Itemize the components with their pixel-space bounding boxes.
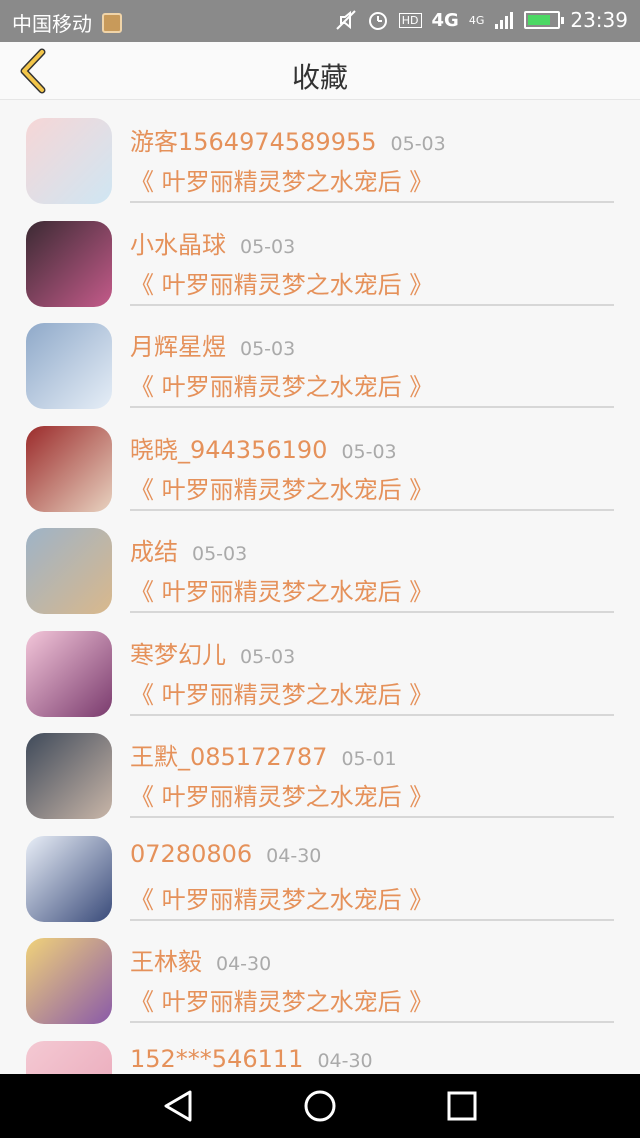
network-4g-small-label: 4G <box>468 13 485 27</box>
user-name-text: 晓晓_944356190 <box>130 435 328 464</box>
user-name: 152***546111 04-30 <box>130 1045 373 1073</box>
date-label: 05-03 <box>240 645 296 668</box>
user-name-text: 小水晶球 <box>130 230 226 259</box>
date-label: 05-01 <box>341 748 397 770</box>
user-name-text: 152***546111 <box>130 1044 304 1073</box>
list-item[interactable]: 月辉星煜 05-03 《 叶罗丽精灵梦之水宠后 》 <box>0 305 640 409</box>
battery-icon <box>524 11 565 29</box>
date-label: 04-30 <box>216 953 272 975</box>
date-label: 04-30 <box>266 844 322 867</box>
user-name: 游客1564974589955 05-03 <box>130 122 446 157</box>
book-title[interactable]: 《 叶罗丽精灵梦之水宠后 》 <box>130 982 433 1017</box>
date-label: 05-03 <box>341 440 397 463</box>
list-item[interactable]: 寒梦幻儿 05-03 《 叶罗丽精灵梦之水宠后 》 <box>0 613 640 717</box>
book-title[interactable]: 《 叶罗丽精灵梦之水宠后 》 <box>130 777 433 812</box>
user-name: 寒梦幻儿 05-03 <box>130 635 295 670</box>
book-title[interactable]: 《 叶罗丽精灵梦之水宠后 》 <box>130 265 433 300</box>
book-title[interactable]: 《 叶罗丽精灵梦之水宠后 》 <box>130 880 433 915</box>
user-name: 王林毅 04-30 <box>130 942 271 977</box>
user-name: 晓晓_944356190 05-03 <box>130 430 397 465</box>
user-name: 小水晶球 05-03 <box>130 225 295 260</box>
user-name-text: 月辉星煜 <box>130 333 226 361</box>
date-label: 05-03 <box>240 338 296 360</box>
user-name: 月辉星煜 05-03 <box>130 327 295 362</box>
network-4g-label: 4G <box>431 9 459 31</box>
hd-icon: HD <box>398 12 422 28</box>
gallery-icon <box>102 12 122 33</box>
alarm-icon <box>368 12 387 30</box>
list-item[interactable]: 小水晶球 05-03 《 叶罗丽精灵梦之水宠后 》 <box>0 203 640 307</box>
user-name-text: 07280806 <box>130 839 253 868</box>
user-name: 王默_085172787 05-01 <box>130 737 397 772</box>
avatar[interactable] <box>26 938 112 1024</box>
user-name: 07280806 04-30 <box>130 840 321 868</box>
avatar[interactable] <box>26 323 112 409</box>
date-label: 05-03 <box>240 235 296 258</box>
book-title[interactable]: 《 叶罗丽精灵梦之水宠后 》 <box>130 470 433 505</box>
carrier-label: 中国移动 <box>12 12 92 36</box>
navigation-bar <box>0 1074 640 1138</box>
avatar[interactable] <box>26 835 112 922</box>
date-label: 04-30 <box>317 1049 373 1072</box>
list-item[interactable]: 游客1564974589955 05-03 《 叶罗丽精灵梦之水宠后 》 <box>0 100 640 204</box>
avatar[interactable] <box>26 118 112 204</box>
book-title[interactable]: 《 叶罗丽精灵梦之水宠后 》 <box>130 572 433 607</box>
avatar[interactable] <box>26 425 112 512</box>
list-item[interactable]: 152***54611104-30《 叶罗丽精灵梦之水宠后 》 <box>0 1023 640 1074</box>
user-name-text: 成结 <box>130 538 178 566</box>
user-name-text: 游客1564974589955 <box>130 128 377 156</box>
signal-icon <box>495 12 514 29</box>
avatar[interactable] <box>26 630 112 717</box>
date-label: 05-03 <box>390 133 446 155</box>
avatar[interactable] <box>26 220 112 307</box>
user-name-text: 王默_085172787 <box>130 743 328 771</box>
book-title[interactable]: 《 叶罗丽精灵梦之水宠后 》 <box>130 367 433 402</box>
nav-recent-icon[interactable] <box>444 1088 480 1124</box>
user-name-text: 寒梦幻儿 <box>130 640 226 669</box>
list-item[interactable]: 王默_085172787 05-01 《 叶罗丽精灵梦之水宠后 》 <box>0 715 640 819</box>
page-title: 收藏 <box>291 61 348 94</box>
list-item[interactable]: 王林毅 04-30 《 叶罗丽精灵梦之水宠后 》 <box>0 920 640 1024</box>
nav-home-icon[interactable] <box>302 1088 338 1124</box>
avatar[interactable] <box>26 733 112 819</box>
book-title[interactable]: 《 叶罗丽精灵梦之水宠后 》 <box>130 675 433 710</box>
favorites-list: 游客1564974589955 05-03 《 叶罗丽精灵梦之水宠后 》小水晶球 05… <box>0 100 640 1074</box>
book-title[interactable]: 《 叶罗丽精灵梦之水宠后 》 <box>130 162 433 197</box>
list-item[interactable]: 成结 05-03 《 叶罗丽精灵梦之水宠后 》 <box>0 510 640 614</box>
avatar[interactable] <box>26 528 112 614</box>
list-item[interactable]: 07280806 04-30 《 叶罗丽精灵梦之水宠后 》 <box>0 818 640 922</box>
nav-back-icon[interactable] <box>160 1088 196 1124</box>
title-bar: 收藏 <box>0 42 640 100</box>
status-bar: 中国移动 HD 4G 4G 23:39 <box>0 0 640 42</box>
avatar[interactable] <box>26 1040 112 1074</box>
user-name-text: 王林毅 <box>130 948 202 976</box>
date-label: 05-03 <box>192 543 248 565</box>
list-item[interactable]: 晓晓_944356190 05-03 《 叶罗丽精灵梦之水宠后 》 <box>0 408 640 512</box>
user-name: 成结 05-03 <box>130 532 247 567</box>
mute-icon <box>336 10 356 30</box>
clock-time: 23:39 <box>570 8 628 32</box>
